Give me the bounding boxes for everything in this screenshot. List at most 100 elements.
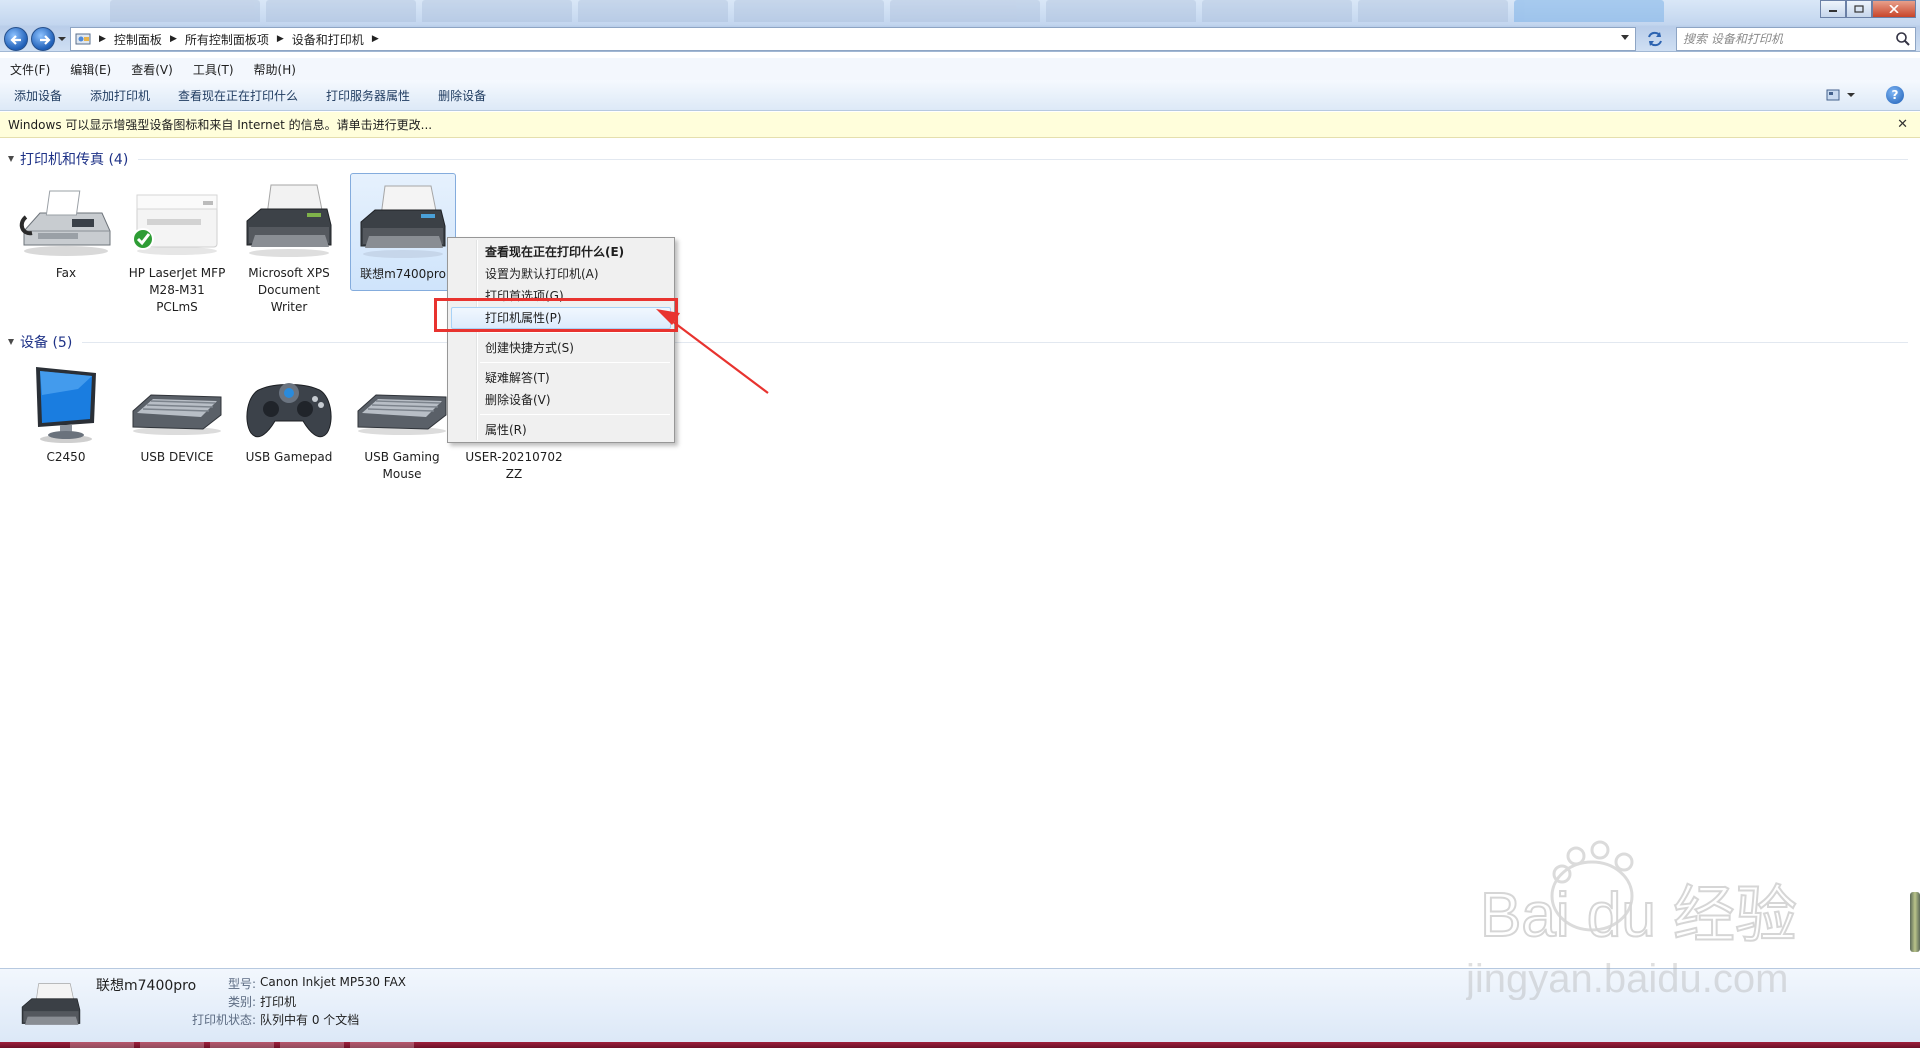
taskbar-button[interactable] bbox=[140, 1042, 204, 1048]
browser-tab[interactable] bbox=[110, 0, 260, 22]
breadcrumb-control-panel[interactable]: 控制面板 bbox=[114, 31, 162, 48]
menu-edit[interactable]: 编辑(E) bbox=[60, 61, 121, 78]
close-window-button[interactable] bbox=[1872, 0, 1916, 18]
watermark-url: jingyan.baidu.com bbox=[1466, 957, 1788, 1000]
search-icon[interactable] bbox=[1895, 31, 1911, 47]
details-model-row: 型号: Canon Inkjet MP530 FAX bbox=[228, 975, 406, 992]
search-input[interactable] bbox=[1683, 29, 1895, 49]
device-label: USB DEVICE bbox=[140, 450, 214, 464]
side-scroll-handle[interactable] bbox=[1910, 892, 1920, 952]
browser-tab[interactable] bbox=[890, 0, 1040, 22]
browser-tab[interactable] bbox=[422, 0, 572, 22]
browser-tab[interactable] bbox=[578, 0, 728, 22]
menu-file[interactable]: 文件(F) bbox=[0, 61, 60, 78]
breadcrumb-all-items[interactable]: 所有控制面板项 bbox=[185, 31, 269, 48]
view-icon bbox=[1826, 89, 1840, 101]
address-toolbar: ▶ 控制面板 ▶ 所有控制面板项 ▶ 设备和打印机 ▶ bbox=[0, 0, 1920, 52]
group-title: 打印机和传真 (4) bbox=[20, 152, 129, 168]
device-label: USER-20210702 ZZ bbox=[465, 450, 563, 481]
printer-icon bbox=[21, 983, 81, 1025]
search-field[interactable] bbox=[1676, 27, 1916, 51]
menu-bar: 文件(F) 编辑(E) 查看(V) 工具(T) 帮助(H) bbox=[0, 58, 1920, 80]
browser-tab[interactable] bbox=[1046, 0, 1196, 22]
device-hp-laserjet[interactable]: HP LaserJet MFP M28-M31 PCLmS bbox=[125, 175, 229, 316]
menu-separator bbox=[480, 414, 670, 415]
menu-item-set-default-printer[interactable]: 设置为默认打印机(A) bbox=[451, 263, 671, 285]
device-label: C2450 bbox=[46, 450, 86, 464]
info-bar[interactable]: Windows 可以显示增强型设备图标和来自 Internet 的信息。请单击进… bbox=[0, 112, 1920, 138]
back-button[interactable] bbox=[4, 27, 28, 51]
browser-tab[interactable] bbox=[266, 0, 416, 22]
minimize-icon bbox=[1829, 10, 1837, 12]
minimize-button[interactable] bbox=[1820, 0, 1846, 18]
taskbar-button[interactable] bbox=[350, 1042, 414, 1048]
browser-tab[interactable] bbox=[1202, 0, 1352, 22]
print-server-properties-button[interactable]: 打印服务器属性 bbox=[312, 87, 424, 104]
breadcrumb-separator[interactable]: ▶ bbox=[277, 34, 284, 44]
help-button[interactable]: ? bbox=[1886, 86, 1904, 104]
group-divider bbox=[138, 158, 1908, 160]
device-usb-gamepad[interactable]: USB Gamepad bbox=[237, 359, 341, 466]
group-divider bbox=[82, 341, 1908, 343]
breadcrumb-separator[interactable]: ▶ bbox=[170, 34, 177, 44]
add-device-button[interactable]: 添加设备 bbox=[0, 87, 76, 104]
menu-separator bbox=[480, 332, 670, 333]
highlight-annotation bbox=[434, 298, 678, 332]
background-browser-tabs bbox=[110, 0, 1810, 24]
device-usb-device[interactable]: USB DEVICE bbox=[125, 359, 229, 466]
device-usb-gaming-mouse[interactable]: USB Gaming Mouse bbox=[350, 359, 454, 483]
device-xps-writer[interactable]: Microsoft XPS Document Writer bbox=[237, 175, 341, 316]
group-header-devices[interactable]: 设备 (5) bbox=[8, 332, 1908, 352]
details-key: 类别: bbox=[228, 995, 257, 1009]
breadcrumb-separator[interactable]: ▶ bbox=[99, 34, 106, 44]
window-controls bbox=[1820, 0, 1916, 18]
keyboard-icon bbox=[357, 394, 447, 435]
device-lenovo-m7400pro[interactable]: 联想m7400pro bbox=[350, 173, 456, 291]
device-label: USB Gaming Mouse bbox=[364, 450, 440, 481]
taskbar-button[interactable] bbox=[70, 1042, 134, 1048]
menu-view[interactable]: 查看(V) bbox=[121, 61, 183, 78]
taskbar-button[interactable] bbox=[210, 1042, 274, 1048]
browser-tab[interactable] bbox=[1358, 0, 1508, 22]
arrow-right-icon bbox=[40, 35, 51, 45]
info-bar-message[interactable]: Windows 可以显示增强型设备图标和来自 Internet 的信息。请单击进… bbox=[8, 116, 432, 133]
breadcrumb-devices-printers[interactable]: 设备和打印机 bbox=[292, 31, 364, 48]
help-icon: ? bbox=[1891, 88, 1899, 102]
control-panel-icon bbox=[75, 33, 91, 45]
change-view-button[interactable] bbox=[1826, 87, 1860, 103]
see-whats-printing-button[interactable]: 查看现在正在打印什么 bbox=[164, 87, 312, 104]
taskbar-button[interactable] bbox=[280, 1042, 344, 1048]
device-label: Microsoft XPS Document Writer bbox=[248, 266, 330, 314]
browser-tab[interactable] bbox=[734, 0, 884, 22]
refresh-button[interactable] bbox=[1644, 29, 1666, 49]
device-label: HP LaserJet MFP M28-M31 PCLmS bbox=[128, 266, 226, 314]
menu-item-see-whats-printing[interactable]: 查看现在正在打印什么(E) bbox=[451, 241, 671, 263]
device-c2450-monitor[interactable]: C2450 bbox=[14, 359, 118, 466]
group-header-printers[interactable]: 打印机和传真 (4) bbox=[8, 149, 1908, 169]
address-field[interactable]: ▶ 控制面板 ▶ 所有控制面板项 ▶ 设备和打印机 ▶ bbox=[70, 27, 1636, 51]
red-arrow-annotation bbox=[656, 309, 769, 394]
details-category-row: 类别: 打印机 bbox=[228, 993, 296, 1010]
details-status-row: 打印机状态: 队列中有 0 个文档 bbox=[192, 1011, 359, 1028]
address-history-dropdown-icon[interactable] bbox=[1621, 35, 1629, 40]
add-printer-button[interactable]: 添加打印机 bbox=[76, 87, 164, 104]
device-fax[interactable]: Fax bbox=[14, 175, 118, 282]
collapse-triangle-icon[interactable] bbox=[8, 339, 14, 345]
maximize-icon bbox=[1854, 5, 1864, 13]
close-icon bbox=[1889, 5, 1899, 13]
menu-item-create-shortcut[interactable]: 创建快捷方式(S) bbox=[451, 337, 671, 359]
maximize-button[interactable] bbox=[1846, 0, 1872, 18]
forward-button[interactable] bbox=[31, 27, 55, 51]
menu-item-properties[interactable]: 属性(R) bbox=[451, 419, 671, 441]
menu-help[interactable]: 帮助(H) bbox=[244, 61, 306, 78]
browser-tab-active[interactable] bbox=[1514, 0, 1664, 22]
menu-item-remove-device[interactable]: 删除设备(V) bbox=[451, 389, 671, 411]
close-icon[interactable]: ✕ bbox=[1897, 117, 1908, 132]
breadcrumb-separator[interactable]: ▶ bbox=[372, 34, 379, 44]
remove-device-button[interactable]: 删除设备 bbox=[424, 87, 500, 104]
menu-tools[interactable]: 工具(T) bbox=[183, 61, 244, 78]
collapse-triangle-icon[interactable] bbox=[8, 156, 14, 162]
menu-item-troubleshoot[interactable]: 疑难解答(T) bbox=[451, 367, 671, 389]
recent-pages-dropdown-icon[interactable] bbox=[57, 34, 67, 44]
device-label: USB Gamepad bbox=[245, 450, 333, 464]
